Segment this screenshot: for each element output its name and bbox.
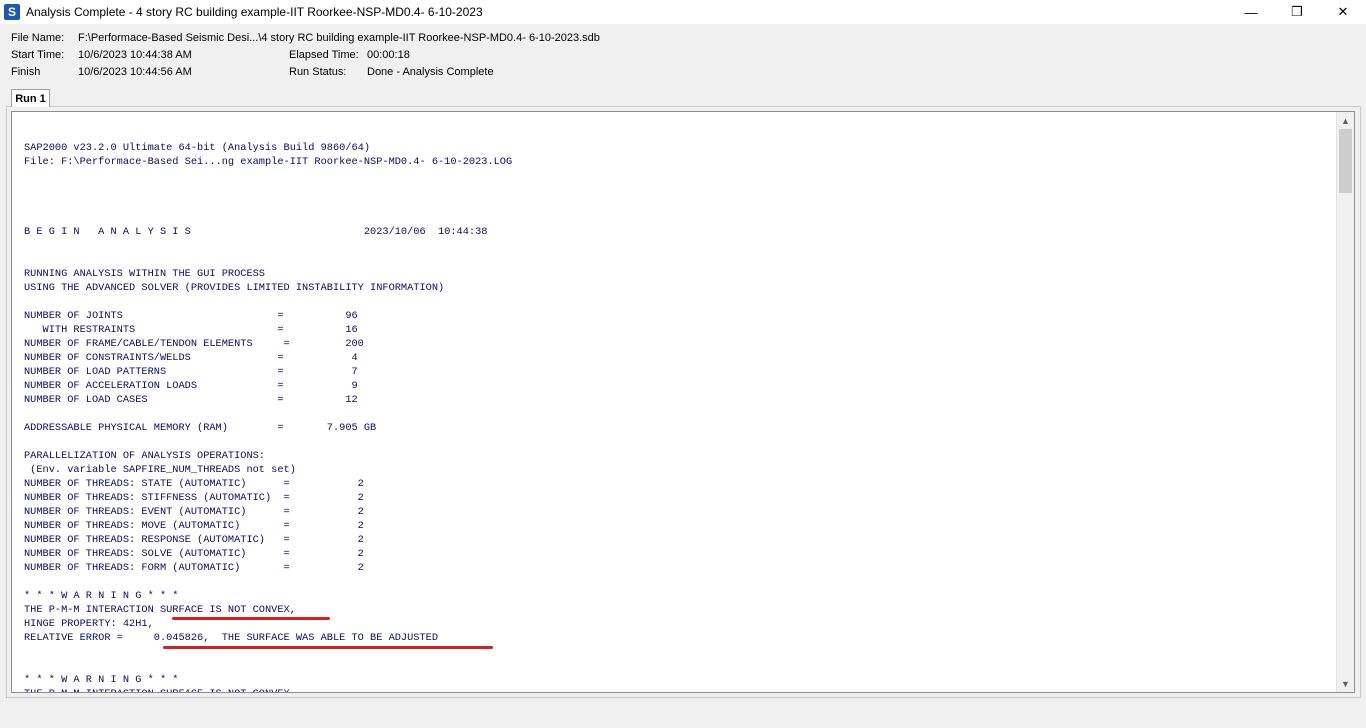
log-line: NUMBER OF THREADS: RESPONSE (AUTOMATIC) …: [24, 534, 364, 546]
close-button[interactable]: ✕: [1320, 0, 1366, 24]
title-bar: S Analysis Complete - 4 story RC buildin…: [0, 0, 1366, 24]
window-title: Analysis Complete - 4 story RC building …: [26, 5, 483, 19]
log-line: File: F:\Performace-Based Sei...ng examp…: [24, 156, 513, 168]
log-line: NUMBER OF FRAME/CABLE/TENDON ELEMENTS = …: [24, 338, 364, 350]
analysis-log[interactable]: SAP2000 v23.2.0 Ultimate 64-bit (Analysi…: [11, 111, 1355, 693]
finish-value: 10/6/2023 10:44:56 AM: [78, 66, 192, 78]
log-line: RELATIVE ERROR = 0.045826, THE SURFACE W…: [24, 632, 439, 644]
log-line: NUMBER OF CONSTRAINTS/WELDS = 4: [24, 352, 358, 364]
log-line: B E G I N A N A L Y S I S 2023/10/06 10:…: [24, 226, 488, 238]
restore-button[interactable]: ❐: [1274, 0, 1320, 24]
log-line: NUMBER OF THREADS: MOVE (AUTOMATIC) = 2: [24, 520, 364, 532]
log-line: PARALLELIZATION OF ANALYSIS OPERATIONS:: [24, 450, 265, 462]
scroll-up-icon[interactable]: ▲: [1337, 112, 1354, 129]
run-status-label: Run Status:: [289, 66, 347, 78]
log-line: NUMBER OF THREADS: EVENT (AUTOMATIC) = 2: [24, 506, 364, 518]
log-line: NUMBER OF THREADS: SOLVE (AUTOMATIC) = 2: [24, 548, 364, 560]
log-line: USING THE ADVANCED SOLVER (PROVIDES LIMI…: [24, 282, 445, 294]
file-name-value: F:\Performace-Based Seismic Desi...\4 st…: [78, 32, 600, 44]
annotation-underline-surface-not-convex: [172, 617, 330, 620]
vertical-scrollbar[interactable]: ▲ ▼: [1336, 112, 1354, 692]
minimize-button[interactable]: —: [1228, 0, 1274, 24]
start-time-value: 10/6/2023 10:44:38 AM: [78, 49, 192, 61]
log-line: NUMBER OF THREADS: STATE (AUTOMATIC) = 2: [24, 478, 364, 490]
log-line: NUMBER OF THREADS: STIFFNESS (AUTOMATIC)…: [24, 492, 364, 504]
log-line: (Env. variable SAPFIRE_NUM_THREADS not s…: [24, 464, 296, 476]
finish-label: Finish: [11, 66, 41, 78]
tab-run-1[interactable]: Run 1: [11, 89, 50, 107]
log-line: THE P-M-M INTERACTION SURFACE IS NOT CON…: [24, 687, 512, 692]
log-text: SAP2000 v23.2.0 Ultimate 64-bit (Analysi…: [24, 141, 513, 692]
window-controls: — ❐ ✕: [1228, 0, 1366, 24]
scroll-down-icon[interactable]: ▼: [1337, 675, 1354, 692]
elapsed-time-label: Elapsed Time:: [289, 49, 359, 61]
log-line: NUMBER OF JOINTS = 96: [24, 310, 358, 322]
log-line: NUMBER OF LOAD CASES = 12: [24, 394, 358, 406]
log-line: NUMBER OF LOAD PATTERNS = 7: [24, 366, 358, 378]
scroll-thumb[interactable]: [1339, 129, 1352, 193]
file-name-label: File Name:: [11, 32, 65, 44]
log-line: RUNNING ANALYSIS WITHIN THE GUI PROCESS: [24, 268, 265, 280]
run-info-panel: File Name: F:\Performace-Based Seismic D…: [0, 24, 1366, 86]
run-status-value: Done - Analysis Complete: [367, 66, 494, 78]
log-line: NUMBER OF THREADS: FORM (AUTOMATIC) = 2: [24, 562, 364, 574]
log-line: SAP2000 v23.2.0 Ultimate 64-bit (Analysi…: [24, 142, 371, 154]
sap2000-app-icon: S: [4, 4, 20, 20]
start-time-label: Start Time:: [11, 49, 65, 61]
elapsed-time-value: 00:00:18: [367, 49, 410, 61]
log-line: NUMBER OF ACCELERATION LOADS = 9: [24, 380, 358, 392]
log-line: WITH RESTRAINTS = 16: [24, 324, 358, 336]
log-line: * * * W A R N I N G * * *: [24, 674, 179, 686]
log-line: THE P-M-M INTERACTION SURFACE IS NOT CON…: [24, 604, 296, 616]
log-line: ADDRESSABLE PHYSICAL MEMORY (RAM) = 7.90…: [24, 422, 377, 434]
annotation-underline-relative-error: [163, 646, 493, 649]
log-line: * * * W A R N I N G * * *: [24, 590, 179, 602]
